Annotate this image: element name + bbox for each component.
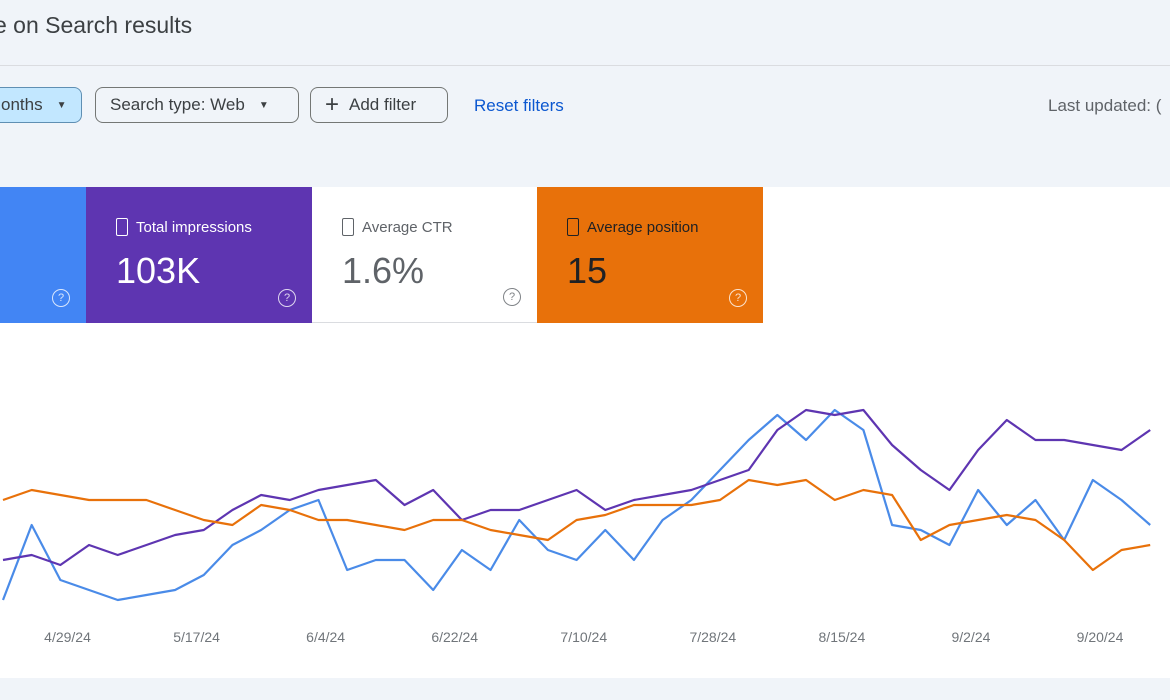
x-tick-label: 7/28/24 — [689, 629, 736, 645]
x-tick-label: 5/17/24 — [173, 629, 220, 645]
series-line-1 — [2, 408, 1151, 567]
x-tick-label: 7/10/24 — [560, 629, 607, 645]
x-tick-label: 9/2/24 — [951, 629, 990, 645]
x-tick-label: 6/4/24 — [306, 629, 345, 645]
x-tick-label: 4/29/24 — [44, 629, 91, 645]
series-line-0 — [1, 408, 1151, 602]
x-tick-label: 9/20/24 — [1077, 629, 1124, 645]
performance-chart[interactable]: 4/29/24 5/17/24 6/4/24 6/22/24 7/10/24 7/28/2… — [0, 0, 1170, 700]
x-tick-label: 8/15/24 — [819, 629, 866, 645]
series-line-2 — [2, 478, 1151, 572]
x-tick-label: 6/22/24 — [431, 629, 478, 645]
